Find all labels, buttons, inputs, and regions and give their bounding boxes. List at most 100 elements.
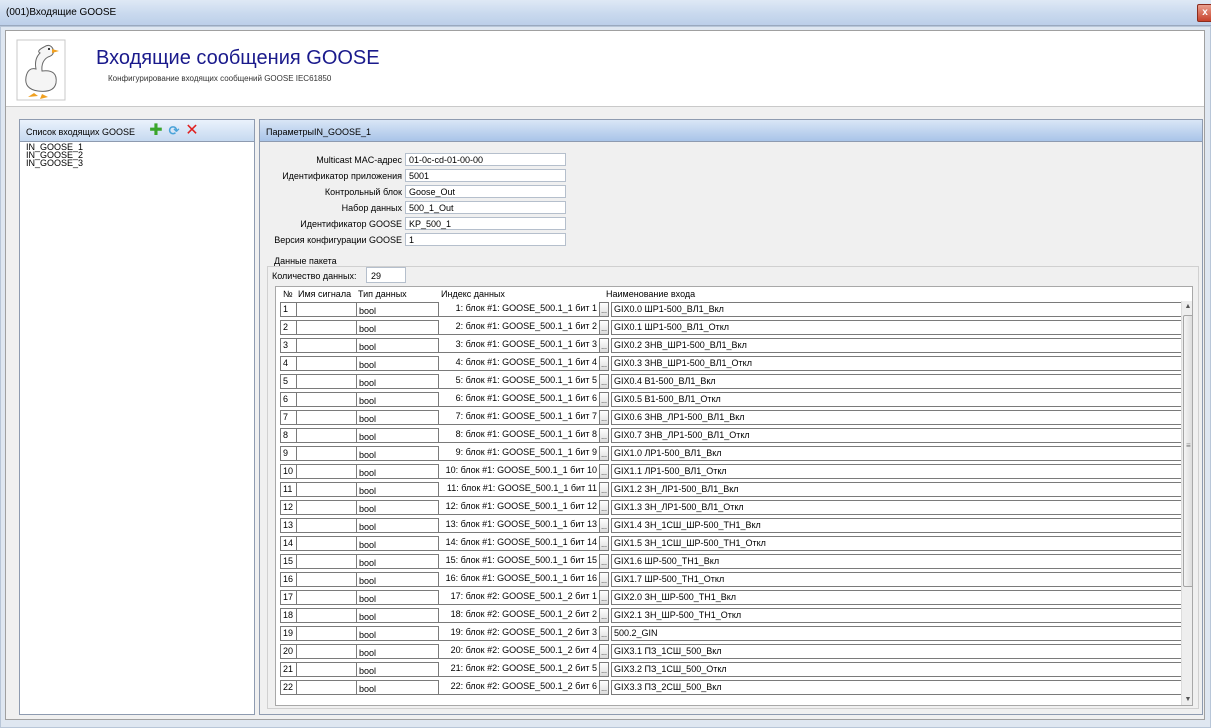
data-type-cell[interactable]: bool xyxy=(357,446,439,461)
col-input-name[interactable]: Наименование входа xyxy=(606,289,695,299)
input-name-cell[interactable]: GIX1.0 ЛР1-500_ВЛ1_Вкл xyxy=(611,446,1192,461)
data-index-cell[interactable]: 4: блок #1: GOOSE_500.1_1 бит 4 xyxy=(439,356,599,371)
browse-button[interactable]: ... xyxy=(599,536,609,551)
signal-name-cell[interactable] xyxy=(297,428,357,443)
browse-button[interactable]: ... xyxy=(599,374,609,389)
table-row[interactable]: 1 bool 1: блок #1: GOOSE_500.1_1 бит 1... G… xyxy=(276,301,1192,319)
table-row[interactable]: 3 bool 3: блок #1: GOOSE_500.1_1 бит 3... G… xyxy=(276,337,1192,355)
table-row[interactable]: 2 bool 2: блок #1: GOOSE_500.1_1 бит 2... G… xyxy=(276,319,1192,337)
browse-button[interactable]: ... xyxy=(599,608,609,623)
signal-name-cell[interactable] xyxy=(297,644,357,659)
gooseid-field[interactable]: KP_500_1 xyxy=(405,217,566,230)
browse-button[interactable]: ... xyxy=(599,500,609,515)
signal-name-cell[interactable] xyxy=(297,662,357,677)
data-type-cell[interactable]: bool xyxy=(357,572,439,587)
signal-name-cell[interactable] xyxy=(297,482,357,497)
data-index-cell[interactable]: 2: блок #1: GOOSE_500.1_1 бит 2 xyxy=(439,320,599,335)
table-row[interactable]: 18 bool 18: блок #2: GOOSE_500.1_2 бит 2..… xyxy=(276,607,1192,625)
data-type-cell[interactable]: bool xyxy=(357,482,439,497)
input-name-cell[interactable]: GIX0.5 В1-500_ВЛ1_Откл xyxy=(611,392,1192,407)
browse-button[interactable]: ... xyxy=(599,410,609,425)
data-type-cell[interactable]: bool xyxy=(357,392,439,407)
input-name-cell[interactable]: GIX3.2 ПЗ_1СШ_500_Откл xyxy=(611,662,1192,677)
input-name-cell[interactable]: GIX2.0 ЗН_ШР-500_ТН1_Вкл xyxy=(611,590,1192,605)
dataset-field[interactable]: 500_1_Out xyxy=(405,201,566,214)
table-row[interactable]: 21 bool 21: блок #2: GOOSE_500.1_2 бит 5..… xyxy=(276,661,1192,679)
data-index-cell[interactable]: 8: блок #1: GOOSE_500.1_1 бит 8 xyxy=(439,428,599,443)
table-row[interactable]: 12 bool 12: блок #1: GOOSE_500.1_1 бит 12.… xyxy=(276,499,1192,517)
signal-name-cell[interactable] xyxy=(297,590,357,605)
table-row[interactable]: 11 bool 11: блок #1: GOOSE_500.1_1 бит 11.… xyxy=(276,481,1192,499)
data-index-cell[interactable]: 22: блок #2: GOOSE_500.1_2 бит 6 xyxy=(439,680,599,695)
signal-name-cell[interactable] xyxy=(297,374,357,389)
signal-name-cell[interactable] xyxy=(297,446,357,461)
data-type-cell[interactable]: bool xyxy=(357,608,439,623)
table-row[interactable]: 16 bool 16: блок #1: GOOSE_500.1_1 бит 16.… xyxy=(276,571,1192,589)
input-name-cell[interactable]: GIX0.2 ЗНВ_ШР1-500_ВЛ1_Вкл xyxy=(611,338,1192,353)
col-num[interactable]: № xyxy=(283,289,293,299)
appid-field[interactable]: 5001 xyxy=(405,169,566,182)
data-type-cell[interactable]: bool xyxy=(357,554,439,569)
browse-button[interactable]: ... xyxy=(599,518,609,533)
input-name-cell[interactable]: GIX1.1 ЛР1-500_ВЛ1_Откл xyxy=(611,464,1192,479)
signal-name-cell[interactable] xyxy=(297,500,357,515)
confrev-field[interactable]: 1 xyxy=(405,233,566,246)
input-name-cell[interactable]: GIX0.0 ШР1-500_ВЛ1_Вкл xyxy=(611,302,1192,317)
data-index-cell[interactable]: 21: блок #2: GOOSE_500.1_2 бит 5 xyxy=(439,662,599,677)
browse-button[interactable]: ... xyxy=(599,644,609,659)
input-name-cell[interactable]: GIX0.3 ЗНВ_ШР1-500_ВЛ1_Откл xyxy=(611,356,1192,371)
data-type-cell[interactable]: bool xyxy=(357,338,439,353)
input-name-cell[interactable]: GIX0.7 ЗНВ_ЛР1-500_ВЛ1_Откл xyxy=(611,428,1192,443)
input-name-cell[interactable]: GIX1.5 ЗН_1СШ_ШР-500_ТН1_Откл xyxy=(611,536,1192,551)
signal-name-cell[interactable] xyxy=(297,626,357,641)
signal-name-cell[interactable] xyxy=(297,392,357,407)
col-data-index[interactable]: Индекс данных xyxy=(441,289,505,299)
input-name-cell[interactable]: 500.2_GIN xyxy=(611,626,1192,641)
browse-button[interactable]: ... xyxy=(599,446,609,461)
browse-button[interactable]: ... xyxy=(599,662,609,677)
input-name-cell[interactable]: GIX1.6 ШР-500_ТН1_Вкл xyxy=(611,554,1192,569)
signal-name-cell[interactable] xyxy=(297,554,357,569)
table-row[interactable]: 17 bool 17: блок #2: GOOSE_500.1_2 бит 1..… xyxy=(276,589,1192,607)
cb-field[interactable]: Goose_Out xyxy=(405,185,566,198)
browse-button[interactable]: ... xyxy=(599,302,609,317)
data-type-cell[interactable]: bool xyxy=(357,644,439,659)
signal-name-cell[interactable] xyxy=(297,302,357,317)
table-row[interactable]: 5 bool 5: блок #1: GOOSE_500.1_1 бит 5... G… xyxy=(276,373,1192,391)
table-row[interactable]: 13 bool 13: блок #1: GOOSE_500.1_1 бит 13.… xyxy=(276,517,1192,535)
browse-button[interactable]: ... xyxy=(599,626,609,641)
signal-name-cell[interactable] xyxy=(297,338,357,353)
browse-button[interactable]: ... xyxy=(599,572,609,587)
list-item[interactable]: IN_GOOSE_3 xyxy=(26,159,254,168)
data-index-cell[interactable]: 9: блок #1: GOOSE_500.1_1 бит 9 xyxy=(439,446,599,461)
scroll-thumb[interactable]: ≡ xyxy=(1183,315,1192,587)
signal-name-cell[interactable] xyxy=(297,680,357,695)
data-index-cell[interactable]: 10: блок #1: GOOSE_500.1_1 бит 10 xyxy=(439,464,599,479)
signal-name-cell[interactable] xyxy=(297,410,357,425)
signal-name-cell[interactable] xyxy=(297,464,357,479)
input-name-cell[interactable]: GIX1.3 ЗН_ЛР1-500_ВЛ1_Откл xyxy=(611,500,1192,515)
data-type-cell[interactable]: bool xyxy=(357,590,439,605)
col-signal-name[interactable]: Имя сигнала xyxy=(298,289,351,299)
browse-button[interactable]: ... xyxy=(599,680,609,695)
col-data-type[interactable]: Тип данных xyxy=(358,289,407,299)
signal-name-cell[interactable] xyxy=(297,356,357,371)
input-name-cell[interactable]: GIX0.1 ШР1-500_ВЛ1_Откл xyxy=(611,320,1192,335)
input-name-cell[interactable]: GIX1.7 ШР-500_ТН1_Откл xyxy=(611,572,1192,587)
table-row[interactable]: 20 bool 20: блок #2: GOOSE_500.1_2 бит 4..… xyxy=(276,643,1192,661)
table-row[interactable]: 4 bool 4: блок #1: GOOSE_500.1_1 бит 4... G… xyxy=(276,355,1192,373)
table-row[interactable]: 22 bool 22: блок #2: GOOSE_500.1_2 бит 6..… xyxy=(276,679,1192,697)
signal-name-cell[interactable] xyxy=(297,572,357,587)
data-index-cell[interactable]: 7: блок #1: GOOSE_500.1_1 бит 7 xyxy=(439,410,599,425)
browse-button[interactable]: ... xyxy=(599,428,609,443)
refresh-icon[interactable]: ⟳ xyxy=(166,123,182,139)
data-index-cell[interactable]: 13: блок #1: GOOSE_500.1_1 бит 13 xyxy=(439,518,599,533)
scroll-down-icon[interactable]: ▼ xyxy=(1182,694,1192,705)
close-button[interactable]: x xyxy=(1197,4,1211,22)
data-index-cell[interactable]: 12: блок #1: GOOSE_500.1_1 бит 12 xyxy=(439,500,599,515)
data-type-cell[interactable]: bool xyxy=(357,356,439,371)
data-type-cell[interactable]: bool xyxy=(357,428,439,443)
data-index-cell[interactable]: 15: блок #1: GOOSE_500.1_1 бит 15 xyxy=(439,554,599,569)
data-type-cell[interactable]: bool xyxy=(357,500,439,515)
data-index-cell[interactable]: 17: блок #2: GOOSE_500.1_2 бит 1 xyxy=(439,590,599,605)
